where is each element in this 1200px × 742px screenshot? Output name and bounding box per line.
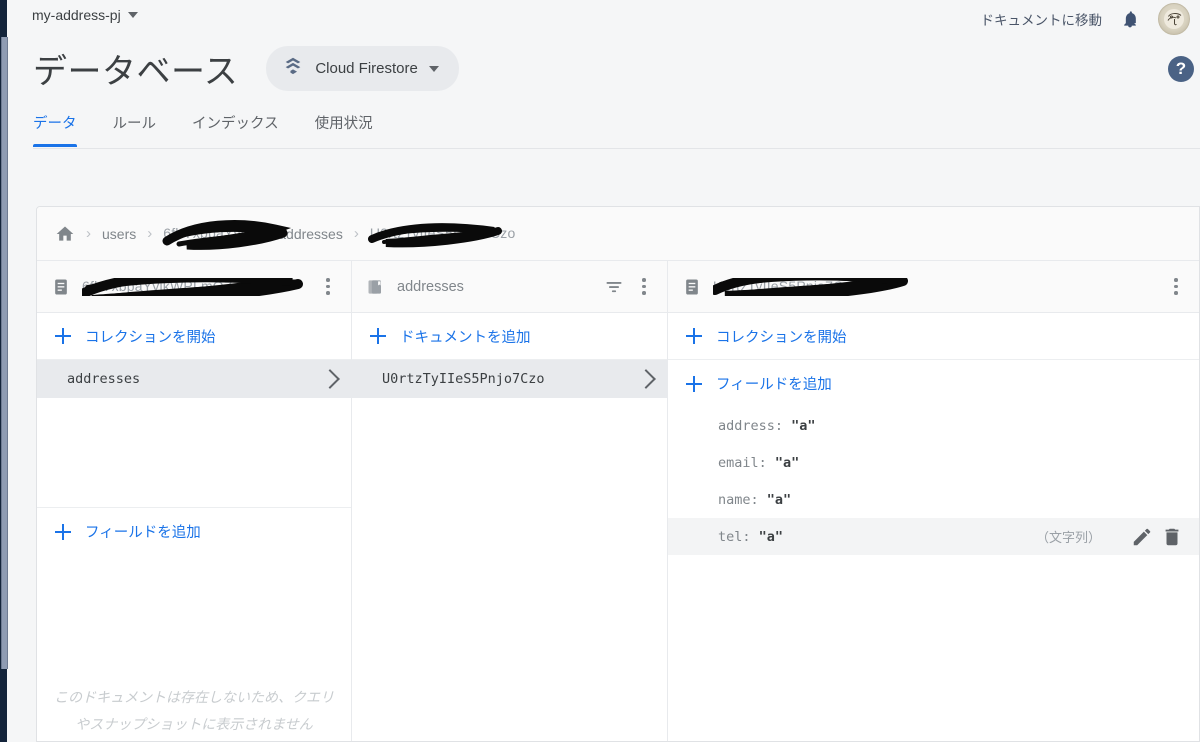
start-collection-button-col1[interactable]: コレクションを開始 (37, 313, 351, 360)
field-row-email[interactable]: email : "a" (668, 444, 1199, 481)
plus-icon (55, 328, 71, 344)
tab-bar: データ ルール インデックス 使用状況 (33, 108, 409, 147)
project-name: my-address-pj (32, 7, 121, 23)
list-item-label: addresses (67, 371, 141, 387)
home-icon[interactable] (55, 224, 75, 244)
add-field-label: フィールドを追加 (85, 525, 201, 541)
filter-icon[interactable] (604, 277, 624, 297)
field-colon: : (774, 417, 792, 434)
breadcrumb-item-doc-id-redacted[interactable]: U0rtzTyIIeS5Pnjo7Czo (367, 222, 516, 247)
field-type-label: （文字列） (1035, 530, 1101, 545)
start-collection-button-col3[interactable]: コレクションを開始 (668, 313, 1199, 360)
list-item-label: U0rtzTyIIeS5Pnjo7Czo (382, 371, 545, 387)
collection-icon (366, 277, 386, 297)
list-item-document[interactable]: U0rtzTyIIeS5Pnjo7Czo (352, 360, 667, 398)
start-collection-label: コレクションを開始 (716, 329, 847, 346)
field-row-tel[interactable]: tel : "a" （文字列） (668, 518, 1199, 555)
firebase-console-page: my-address-pj ドキュメントに移動 ? データベース Cloud F… (0, 0, 1200, 742)
redaction-scribble (162, 219, 292, 250)
breadcrumb-item-user-id-redacted[interactable]: 6fhYxbpaYyjk (162, 219, 292, 250)
column2-header: addresses (352, 261, 667, 313)
add-field-button-col1[interactable]: フィールドを追加 (37, 508, 351, 555)
add-field-button-col3[interactable]: フィールドを追加 (668, 360, 1199, 407)
database-name: Cloud Firestore (315, 60, 418, 77)
column1-header: 6fhYxbpaYyjkWPLmQZsq (37, 261, 351, 313)
list-item-addresses[interactable]: addresses (37, 360, 351, 398)
column2-more-vert-icon[interactable] (635, 277, 653, 297)
chevron-right-icon (320, 369, 340, 389)
chevron-down-icon (428, 65, 439, 72)
field-row-address[interactable]: address : "a" (668, 407, 1199, 444)
field-key: tel (718, 528, 743, 545)
field-colon: : (758, 454, 775, 471)
column2-title: addresses (397, 278, 464, 295)
notifications-bell-icon[interactable] (1120, 9, 1140, 29)
column-parent-document: 6fhYxbpaYyjkWPLmQZsq コレクションを開始 addresses… (37, 261, 352, 741)
redaction-scribble (82, 277, 303, 296)
trash-icon[interactable] (1161, 526, 1183, 548)
tab-data[interactable]: データ (33, 108, 97, 147)
column3-title-redacted: U0rtzTyIIeS5Pnjo7Czo (713, 277, 1156, 296)
plus-icon (686, 375, 702, 392)
chevron-right-icon (636, 369, 656, 389)
field-value: "a" (766, 491, 792, 508)
plus-icon (55, 523, 71, 540)
field-value: "a" (791, 417, 816, 434)
tab-rules[interactable]: ルール (113, 108, 177, 147)
help-button[interactable]: ? (1168, 56, 1194, 82)
breadcrumb-separator: › (353, 225, 359, 242)
page-scrollbar[interactable] (1, 37, 8, 669)
field-colon: : (742, 528, 759, 545)
field-key: name (718, 491, 751, 508)
field-value: "a" (758, 528, 784, 545)
goto-docs-link[interactable]: ドキュメントに移動 (981, 9, 1103, 29)
explorer-columns: 6fhYxbpaYyjkWPLmQZsq コレクションを開始 addresses… (37, 261, 1199, 741)
firestore-logo-icon (282, 55, 304, 82)
column1-more-vert-icon[interactable] (319, 277, 337, 297)
column-collection-addresses: addresses ドキュメントを追加 U0rtzTyIIeS5Pnjo7Czo (352, 261, 668, 741)
document-icon (51, 277, 71, 297)
chevron-down-icon (127, 12, 138, 18)
page-title: データベース (33, 53, 239, 91)
avatar[interactable] (1158, 2, 1190, 35)
column3-more-vert-icon[interactable] (1167, 277, 1185, 297)
project-selector[interactable]: my-address-pj (32, 7, 138, 23)
pencil-icon[interactable] (1131, 526, 1153, 548)
add-field-label: フィールドを追加 (716, 377, 832, 393)
database-selector-chip[interactable]: Cloud Firestore (266, 46, 459, 91)
field-key: address (718, 417, 775, 434)
tab-usage[interactable]: 使用状況 (315, 108, 393, 147)
redaction-scribble (367, 222, 502, 247)
document-not-exist-note: このドキュメントは存在しないため、クエリやスナップショットに表示されません (54, 689, 334, 732)
breadcrumb-separator: › (147, 225, 153, 242)
field-row-name[interactable]: name : "a" (668, 481, 1199, 518)
field-key: email (718, 454, 759, 471)
start-collection-label: コレクションを開始 (85, 329, 216, 346)
plus-icon (370, 328, 386, 344)
column3-header: U0rtzTyIIeS5Pnjo7Czo (668, 261, 1199, 313)
tab-bar-divider (33, 148, 1200, 149)
breadcrumb: › users › 6fhYxbpaYyjk › addresses › U0r… (37, 207, 1199, 261)
add-document-button[interactable]: ドキュメントを追加 (352, 313, 667, 360)
column1-empty-space (37, 398, 351, 508)
breadcrumb-item-users[interactable]: users (102, 226, 136, 242)
page-header: データベース Cloud Firestore (33, 44, 459, 93)
plus-icon (686, 328, 702, 344)
tab-indexes[interactable]: インデックス (192, 108, 299, 147)
top-bar: my-address-pj ドキュメントに移動 (7, 0, 1200, 37)
field-colon: : (750, 491, 767, 508)
column-document-detail: U0rtzTyIIeS5Pnjo7Czo コレクションを開始 フィールドを追加 … (668, 261, 1199, 741)
top-bar-actions: ドキュメントに移動 (981, 0, 1200, 37)
breadcrumb-separator: › (86, 225, 91, 242)
data-explorer-card: › users › 6fhYxbpaYyjk › addresses › U0r… (36, 206, 1200, 742)
field-value: "a" (774, 454, 800, 471)
document-icon (682, 277, 702, 297)
redaction-scribble (713, 277, 908, 296)
add-document-label: ドキュメントを追加 (400, 329, 531, 346)
column1-title-redacted: 6fhYxbpaYyjkWPLmQZsq (82, 277, 308, 296)
